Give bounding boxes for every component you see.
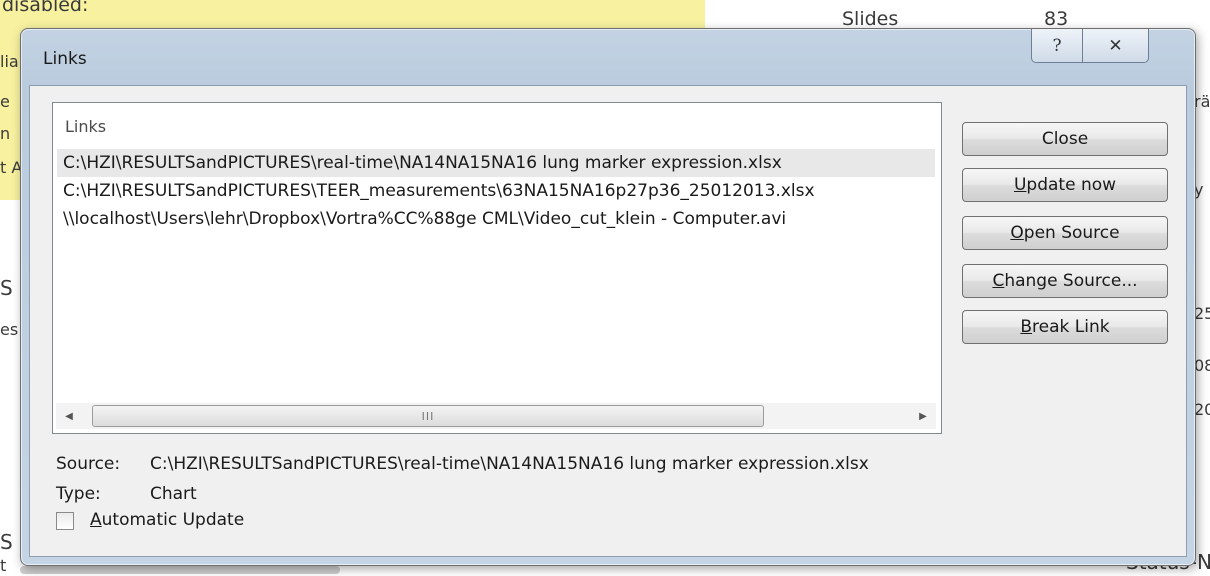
background-fragment: 25 bbox=[1194, 304, 1210, 323]
background-fragment: t A bbox=[0, 158, 23, 177]
open-source-label: Open Source bbox=[1010, 223, 1120, 243]
links-dialog: Links ? ✕ Links C:\HZI\RESULTSandPICTURE… bbox=[20, 28, 1196, 566]
background-fragment: e bbox=[0, 92, 10, 111]
background-fragment: S bbox=[0, 276, 13, 300]
close-window-button[interactable]: ✕ bbox=[1083, 29, 1149, 63]
background-fragment: es bbox=[0, 320, 19, 339]
open-source-button[interactable]: Open Source bbox=[962, 216, 1168, 250]
break-link-label: Break Link bbox=[1020, 317, 1110, 337]
background-blurred-line bbox=[20, 566, 340, 574]
background-fragment: 20 bbox=[1194, 400, 1210, 419]
background-slides-value: 83 bbox=[1044, 8, 1069, 30]
background-fragment: 08 bbox=[1194, 356, 1210, 375]
scrollbar-grip: III bbox=[421, 409, 435, 423]
update-now-button[interactable]: Update now bbox=[962, 168, 1168, 202]
scrollbar-thumb[interactable]: III bbox=[92, 405, 764, 427]
close-icon: ✕ bbox=[1108, 35, 1123, 56]
list-column-header[interactable]: Links bbox=[65, 117, 106, 136]
break-link-button[interactable]: Break Link bbox=[962, 310, 1168, 344]
list-item[interactable]: C:\HZI\RESULTSandPICTURES\real-time\NA14… bbox=[57, 149, 935, 177]
background-disabled-text: disabled: bbox=[2, 0, 89, 16]
dialog-title: Links bbox=[43, 49, 87, 69]
automatic-update-label[interactable]: Automatic Update bbox=[90, 510, 244, 530]
scroll-right-arrow-icon[interactable]: ▶ bbox=[910, 403, 936, 429]
type-value: Chart bbox=[150, 484, 197, 504]
close-button-label: Close bbox=[1041, 129, 1089, 149]
background-slides-label: Slides bbox=[842, 8, 899, 30]
automatic-update-checkbox[interactable] bbox=[56, 512, 74, 530]
close-button[interactable]: Close bbox=[962, 122, 1168, 156]
source-label: Source: bbox=[56, 454, 121, 474]
background-fragment: rä bbox=[1194, 92, 1210, 111]
horizontal-scrollbar[interactable]: ◀ III ▶ bbox=[56, 403, 936, 429]
background-fragment: S bbox=[0, 530, 13, 554]
scroll-left-arrow-icon[interactable]: ◀ bbox=[56, 403, 82, 429]
help-button[interactable]: ? bbox=[1031, 29, 1083, 63]
background-fragment: n bbox=[0, 124, 11, 143]
update-now-label: Update now bbox=[1013, 175, 1117, 195]
list-item[interactable]: \\localhost\Users\lehr\Dropbox\Vortra%CC… bbox=[57, 205, 786, 233]
dialog-client-area: Links C:\HZI\RESULTSandPICTURES\real-tim… bbox=[29, 85, 1187, 557]
change-source-label: Change Source... bbox=[992, 271, 1138, 291]
background-fragment: t bbox=[0, 556, 7, 575]
type-label: Type: bbox=[56, 484, 101, 504]
list-item[interactable]: C:\HZI\RESULTSandPICTURES\TEER_measureme… bbox=[57, 177, 815, 205]
links-list[interactable]: Links C:\HZI\RESULTSandPICTURES\real-tim… bbox=[52, 102, 942, 434]
change-source-button[interactable]: Change Source... bbox=[962, 264, 1168, 298]
background-fragment: lia bbox=[0, 52, 19, 71]
help-icon: ? bbox=[1052, 35, 1062, 56]
source-value: C:\HZI\RESULTSandPICTURES\real-time\NA14… bbox=[150, 454, 869, 474]
